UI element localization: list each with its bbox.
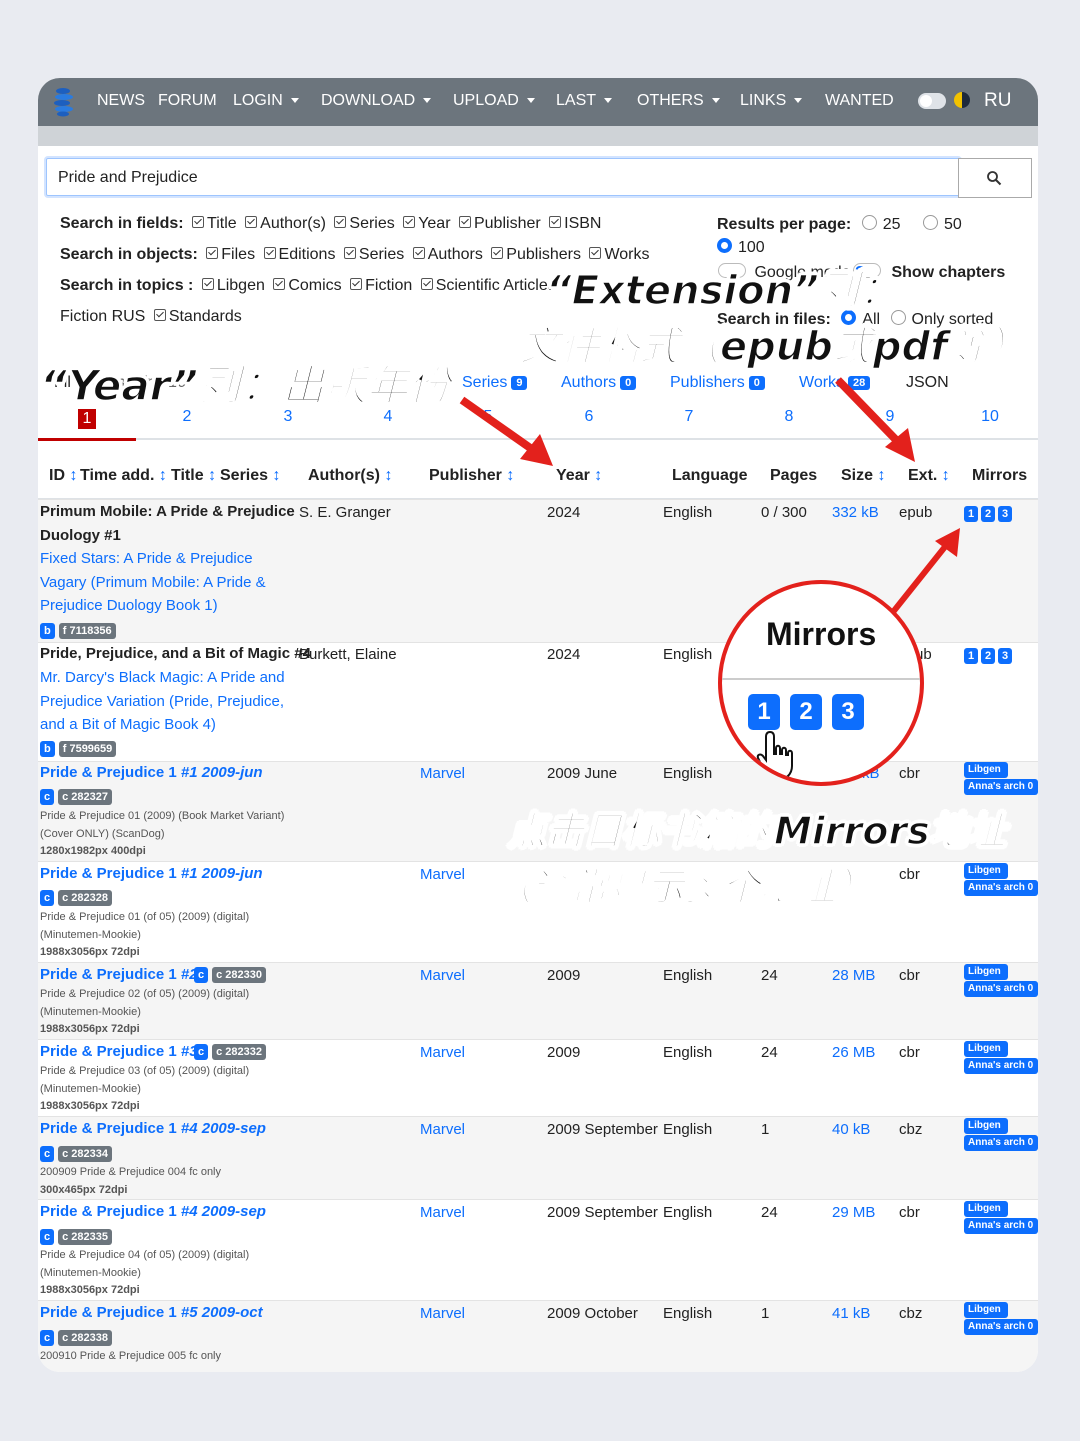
zoom-mirror-2-button[interactable]: 2: [790, 694, 822, 730]
zoom-divider: [722, 678, 920, 680]
annotation-extension-title: “Extension”列：: [545, 267, 899, 315]
mirrors-arrow: [890, 528, 960, 614]
annotation-year-note: “Year”列：出版年份: [39, 360, 451, 411]
annotation-extension-desc: 文件格式（epub或pdf等）: [519, 323, 1028, 371]
zoom-mirror-1-button[interactable]: 1: [748, 694, 780, 730]
hand-cursor-icon: [756, 730, 793, 782]
mirrors-zoom-title: Mirrors: [766, 616, 877, 652]
year-arrow: [459, 396, 553, 466]
annotation-arrows: [459, 377, 960, 614]
zoom-mirror-3-button[interactable]: 3: [832, 694, 864, 730]
annotation-click-note-2: （通常显示多个地址）: [493, 864, 875, 910]
mirrors-zoom-callout: Mirrors 1 2 3: [718, 580, 924, 786]
annotation-click-note-1: 点击目标书籍的Mirrors地址: [507, 808, 1006, 854]
extension-arrow: [835, 377, 915, 462]
